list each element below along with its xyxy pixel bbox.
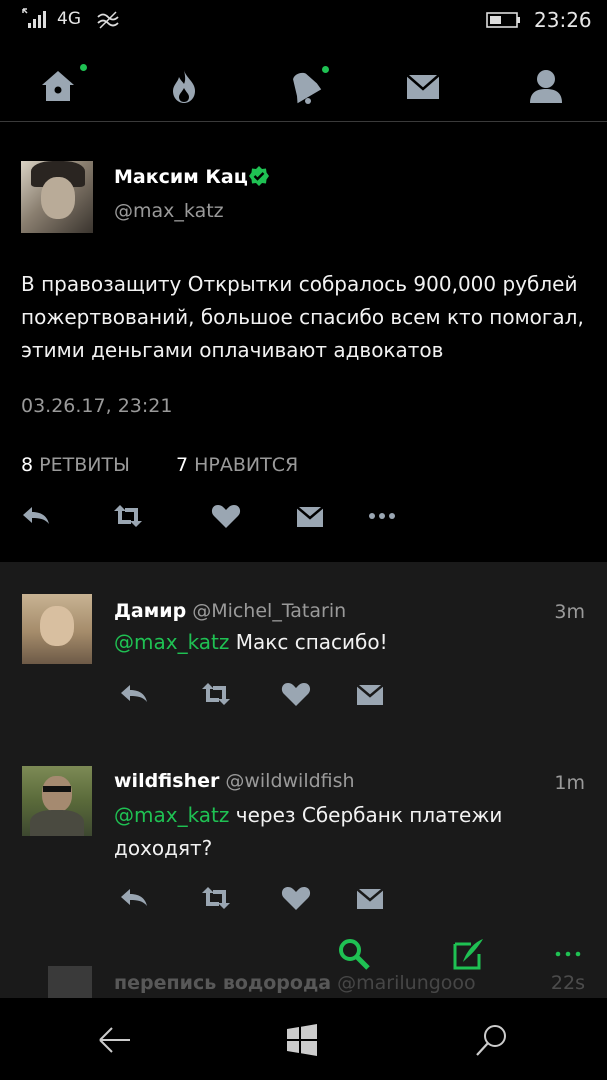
mail-icon xyxy=(356,888,384,909)
notifications-unread-dot xyxy=(322,66,329,73)
reply-item[interactable]: Дамир @Michel_Tatarin 3m @max_katz Макс с… xyxy=(0,562,607,734)
back-button[interactable] xyxy=(93,1018,137,1062)
reply-icon xyxy=(23,507,49,524)
person-icon xyxy=(530,70,562,103)
nav-notifications[interactable] xyxy=(276,58,332,114)
like-button[interactable] xyxy=(278,882,314,914)
tweet-text: В правозащиту Открытки собралось 900,000… xyxy=(21,272,584,362)
retweets-stat[interactable]: 8 РЕТВИТЫ xyxy=(21,454,130,476)
home-unread-dot xyxy=(80,64,87,71)
home-icon xyxy=(42,71,74,101)
reply-handle: @Michel_Tatarin xyxy=(192,600,347,622)
nav-profile[interactable] xyxy=(518,58,574,114)
mail-icon xyxy=(406,74,440,99)
nav-trending[interactable] xyxy=(156,58,212,114)
cortana-search-button[interactable] xyxy=(470,1018,514,1062)
reply-time: 3m xyxy=(554,601,585,623)
reply-icon xyxy=(121,685,147,702)
heart-icon xyxy=(211,505,241,528)
bell-icon xyxy=(293,72,322,104)
reply-actions xyxy=(0,882,607,914)
like-button[interactable] xyxy=(208,500,244,532)
retweet-icon xyxy=(114,505,142,527)
back-icon xyxy=(99,1027,130,1053)
retweet-button[interactable] xyxy=(198,882,234,914)
author-handle[interactable]: @max_katz xyxy=(114,200,224,222)
retweet-icon xyxy=(202,887,230,909)
reply-time: 1m xyxy=(554,772,585,794)
avatar[interactable] xyxy=(22,766,92,836)
direct-message-button[interactable] xyxy=(352,882,388,914)
mail-icon xyxy=(356,684,384,705)
reply-item-partial[interactable]: перепись водорода @marilungooo 22s xyxy=(0,960,607,998)
avatar[interactable] xyxy=(21,161,93,233)
reply-time: 22s xyxy=(550,972,585,994)
direct-message-button[interactable] xyxy=(352,678,388,710)
more-icon xyxy=(369,513,395,519)
reply-button[interactable] xyxy=(18,500,54,532)
start-button[interactable] xyxy=(280,1018,324,1062)
signal-icon xyxy=(22,8,46,28)
heart-icon xyxy=(281,683,311,706)
top-nav xyxy=(0,52,607,122)
reply-author[interactable]: wildfisher @wildwildfish xyxy=(114,770,355,792)
avatar xyxy=(48,966,92,998)
retweet-icon xyxy=(202,683,230,705)
reply-icon xyxy=(121,889,147,906)
wifi-icon xyxy=(97,11,119,29)
avatar[interactable] xyxy=(22,594,92,664)
windows-icon xyxy=(287,1024,317,1056)
reply-text: @max_katz через Сбербанк платежи доходят… xyxy=(114,803,503,860)
tweet-actions xyxy=(0,500,607,540)
like-button[interactable] xyxy=(278,678,314,710)
author-name[interactable]: Максим Кац xyxy=(114,166,248,188)
reply-item[interactable]: wildfisher @wildwildfish 1m @max_katz чер… xyxy=(0,734,607,918)
reply-handle: @wildwildfish xyxy=(225,770,355,792)
mention-link[interactable]: @max_katz xyxy=(114,630,229,654)
reply-button[interactable] xyxy=(116,678,152,710)
more-button[interactable] xyxy=(364,500,400,532)
reply-author[interactable]: Дамир @Michel_Tatarin xyxy=(114,600,346,622)
main-tweet: Максим Кац @max_katz В правозащиту Откры… xyxy=(0,124,607,560)
reply-text: @max_katz Макс спасибо! xyxy=(114,630,388,654)
direct-message-button[interactable] xyxy=(292,500,328,532)
network-type: 4G xyxy=(57,9,81,29)
search-icon xyxy=(476,1025,506,1056)
status-bar: 4G 23:26 xyxy=(0,0,607,42)
mention-link[interactable]: @max_katz xyxy=(114,803,229,827)
clock: 23:26 xyxy=(534,8,592,32)
reply-button[interactable] xyxy=(116,882,152,914)
retweet-button[interactable] xyxy=(198,678,234,710)
reply-actions xyxy=(0,678,607,710)
heart-icon xyxy=(281,887,311,910)
nav-home[interactable] xyxy=(30,58,87,114)
retweet-button[interactable] xyxy=(110,500,146,532)
verified-badge-icon xyxy=(249,166,269,186)
tweet-timestamp: 03.26.17, 23:21 xyxy=(21,395,173,417)
battery-icon xyxy=(486,12,520,28)
system-nav-bar xyxy=(0,998,607,1080)
flame-icon xyxy=(173,70,195,103)
likes-stat[interactable]: 7 НРАВИТСЯ xyxy=(176,454,298,476)
mail-icon xyxy=(296,506,324,527)
nav-messages[interactable] xyxy=(395,58,451,114)
reply-author: перепись водорода @marilungooo xyxy=(114,972,476,994)
